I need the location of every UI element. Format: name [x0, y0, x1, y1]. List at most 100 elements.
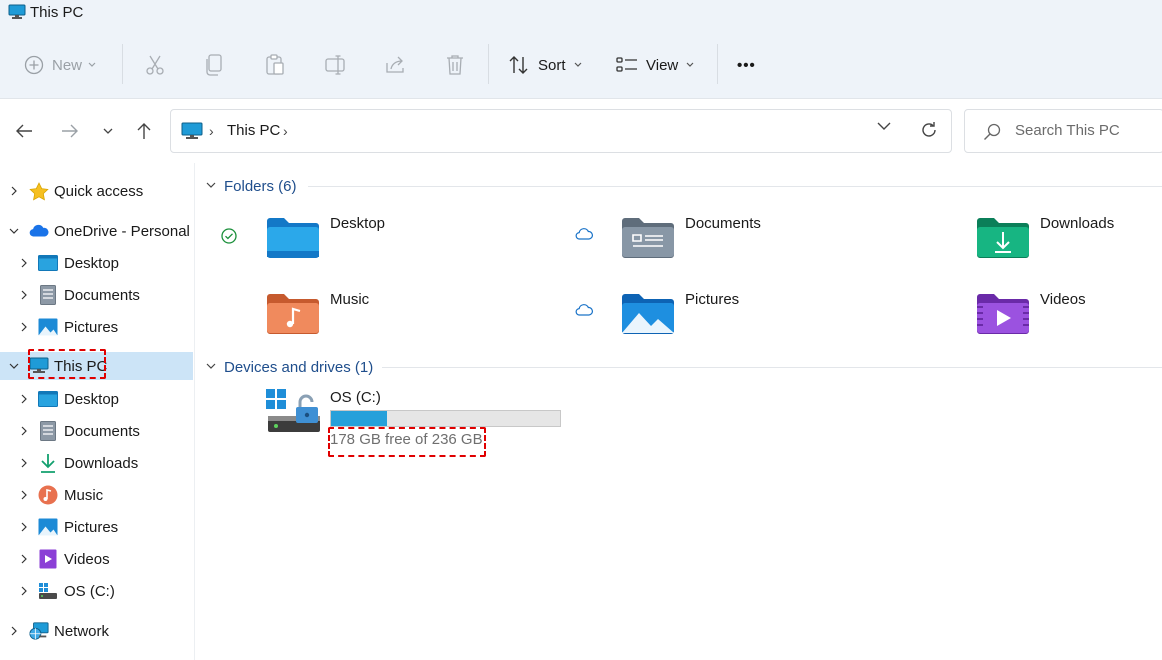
sidebar-item-network[interactable]: Network [0, 617, 193, 645]
navigation-bar: › This PC › [0, 99, 1162, 163]
breadcrumb-chevron-icon[interactable]: › [283, 123, 288, 139]
videos-folder-icon [976, 291, 1030, 337]
search-input[interactable] [1015, 122, 1155, 139]
downloads-folder-icon [976, 215, 1030, 261]
sidebar-item-onedrive[interactable]: OneDrive - Personal [0, 217, 193, 245]
sidebar-item-label: Downloads [64, 454, 139, 472]
expand-chevron-icon[interactable] [18, 321, 30, 333]
toolbar-separator [122, 44, 123, 84]
cut-button[interactable] [145, 52, 165, 78]
arrow-up-icon [136, 122, 152, 140]
collapse-chevron-icon[interactable] [8, 225, 20, 237]
folder-videos[interactable]: Videos [930, 291, 1160, 351]
folder-pictures[interactable]: Pictures [575, 291, 895, 351]
sort-button[interactable]: Sort [508, 52, 582, 78]
sidebar-item-pc-desktop[interactable]: Desktop [0, 385, 193, 413]
this-pc-icon [181, 122, 203, 145]
address-bar[interactable]: › This PC › [170, 109, 952, 153]
drive-os-c[interactable]: OS (C:) 178 GB free of 236 GB [266, 385, 566, 455]
breadcrumb-chevron-icon[interactable]: › [209, 123, 214, 139]
sidebar-item-os-drive[interactable]: OS (C:) [0, 577, 193, 605]
music-folder-icon [266, 291, 320, 337]
folders-section-header[interactable]: Folders (6) [206, 175, 297, 197]
expand-chevron-icon[interactable] [8, 625, 20, 637]
sidebar-item-quick-access[interactable]: Quick access [0, 177, 193, 205]
network-icon [29, 621, 49, 641]
sidebar-item-this-pc[interactable]: This PC [0, 352, 193, 380]
folder-name: Desktop [330, 215, 386, 232]
onedrive-cloud-icon [29, 221, 49, 241]
sidebar-item-onedrive-documents[interactable]: Documents [0, 281, 193, 309]
toolbar-separator [717, 44, 718, 84]
sidebar-item-onedrive-pictures[interactable]: Pictures [0, 313, 193, 341]
drives-section-header[interactable]: Devices and drives (1) [206, 356, 373, 378]
drive-name: OS (C:) [330, 389, 381, 406]
breadcrumb-this-pc[interactable]: This PC [227, 122, 280, 139]
folder-name: Videos [1040, 291, 1086, 308]
search-icon [983, 123, 1001, 146]
sidebar-item-pc-downloads[interactable]: Downloads [0, 449, 193, 477]
this-pc-icon [29, 356, 49, 376]
sidebar-item-pc-videos[interactable]: Videos [0, 545, 193, 573]
expand-chevron-icon[interactable] [18, 289, 30, 301]
expand-chevron-icon[interactable] [18, 521, 30, 533]
search-box[interactable] [964, 109, 1162, 153]
drives-section-title: Devices and drives (1) [224, 358, 374, 376]
more-options-button[interactable]: ••• [737, 52, 756, 78]
delete-button[interactable] [445, 52, 465, 78]
folder-documents[interactable]: Documents [575, 215, 895, 275]
video-icon [38, 549, 58, 569]
sidebar-item-label: Desktop [64, 254, 120, 272]
view-button[interactable]: View [616, 52, 694, 78]
arrow-left-icon [15, 123, 33, 139]
rename-button[interactable] [325, 52, 347, 78]
cloud-icon [575, 303, 595, 323]
folder-name: Music [330, 291, 370, 308]
folder-downloads[interactable]: Downloads [930, 215, 1160, 275]
up-button[interactable] [131, 119, 157, 143]
section-divider [382, 367, 1162, 368]
folder-desktop[interactable]: Desktop [220, 215, 540, 275]
sidebar-item-pc-pictures[interactable]: Pictures [0, 513, 193, 541]
view-button-label: View [646, 56, 679, 74]
sidebar-item-label: Network [54, 622, 110, 640]
collapse-chevron-icon[interactable] [8, 360, 20, 372]
sidebar-item-onedrive-desktop[interactable]: Desktop [0, 249, 193, 277]
collapse-chevron-icon[interactable] [206, 361, 220, 373]
expand-chevron-icon[interactable] [18, 553, 30, 565]
sidebar-item-pc-documents[interactable]: Documents [0, 417, 193, 445]
copy-button[interactable] [205, 52, 223, 78]
back-button[interactable] [11, 119, 37, 143]
folder-name: Downloads [1040, 215, 1115, 232]
sidebar-item-label: Documents [64, 422, 140, 440]
sidebar-item-label: Quick access [54, 182, 144, 200]
paste-button[interactable] [265, 52, 285, 78]
folder-name: Pictures [685, 291, 740, 308]
expand-chevron-icon[interactable] [18, 393, 30, 405]
address-dropdown-button[interactable] [877, 122, 891, 131]
drive-usage-fill [331, 411, 388, 426]
expand-chevron-icon[interactable] [8, 185, 20, 197]
sidebar-item-label: This PC [54, 357, 108, 375]
documents-folder-icon [621, 215, 675, 261]
sidebar-item-label: OS (C:) [64, 582, 115, 600]
folder-music[interactable]: Music [220, 291, 540, 351]
collapse-chevron-icon[interactable] [206, 180, 220, 192]
expand-chevron-icon[interactable] [18, 489, 30, 501]
expand-chevron-icon[interactable] [18, 585, 30, 597]
folders-section-title: Folders (6) [224, 177, 297, 195]
expand-chevron-icon[interactable] [18, 257, 30, 269]
expand-chevron-icon[interactable] [18, 457, 30, 469]
drive-usage-bar [330, 410, 561, 427]
share-button[interactable] [385, 52, 407, 78]
synced-check-icon [220, 227, 240, 247]
expand-chevron-icon[interactable] [18, 425, 30, 437]
forward-button[interactable] [57, 119, 83, 143]
pictures-icon [38, 317, 58, 337]
sidebar-item-pc-music[interactable]: Music [0, 481, 193, 509]
refresh-icon [919, 120, 939, 140]
refresh-button[interactable] [919, 120, 939, 140]
folder-name: Documents [685, 215, 761, 232]
recent-locations-button[interactable] [95, 119, 121, 143]
new-button[interactable]: New [24, 52, 96, 78]
